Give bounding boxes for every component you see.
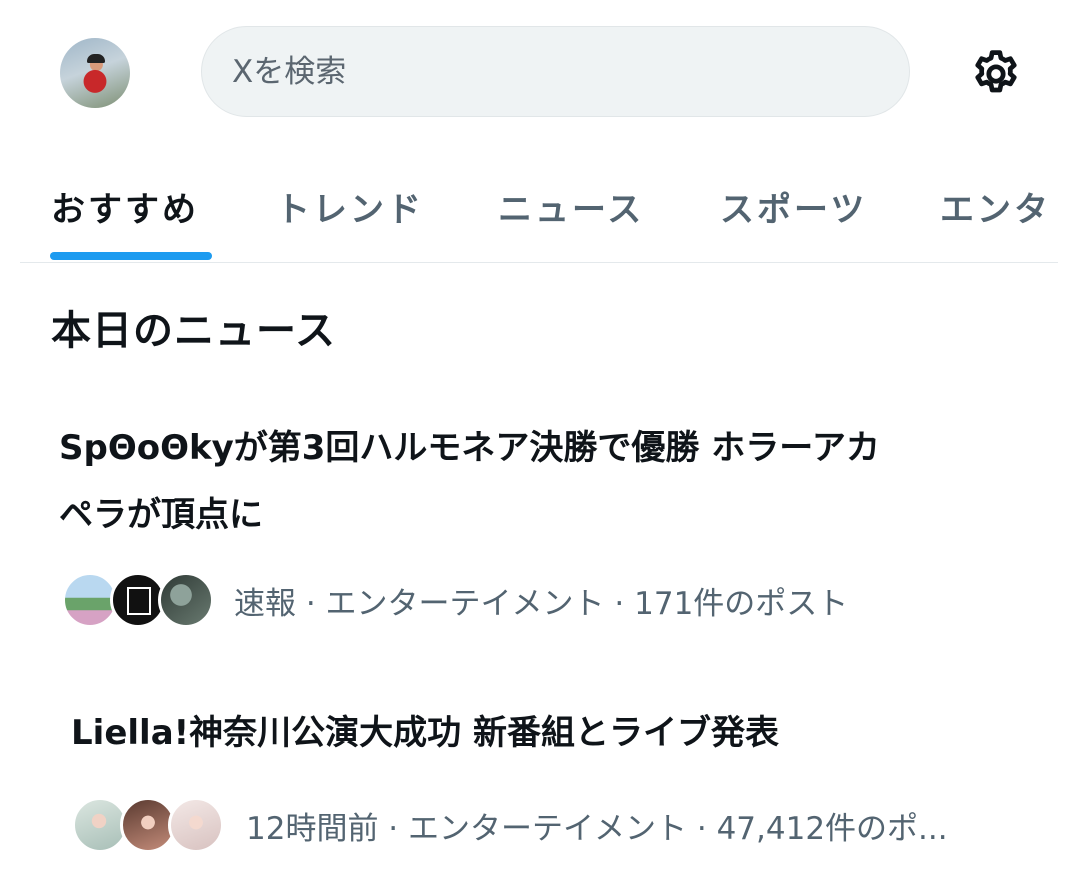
search-box[interactable] — [201, 26, 910, 117]
avatar-hair — [87, 54, 105, 63]
section-title: 本日のニュース — [51, 308, 336, 354]
tab-trends[interactable]: トレンド — [276, 150, 424, 262]
news-title: SpΘoΘkyが第3回ハルモネア決勝で優勝 ホラーアカ ペラが頂点に — [59, 415, 1019, 549]
active-tab-indicator — [50, 252, 212, 260]
news-avatar-stack — [62, 572, 226, 628]
news-item[interactable]: SpΘoΘkyが第3回ハルモネア決勝で優勝 ホラーアカ ペラが頂点に 速報 · … — [0, 415, 1080, 655]
tab-bar: おすすめ トレンド ニュース スポーツ エンタ — [20, 150, 1058, 263]
news-title: Liella!神奈川公演大成功 新番組とライブ発表 — [71, 700, 1031, 767]
gear-icon[interactable] — [966, 44, 1026, 104]
tab-label: おすすめ — [51, 189, 199, 230]
news-avatar — [158, 572, 214, 628]
news-title-line: ペラが頂点に — [59, 495, 263, 535]
news-avatar-stack — [72, 797, 236, 853]
tab-news[interactable]: ニュース — [498, 150, 644, 262]
tab-sports[interactable]: スポーツ — [720, 150, 867, 262]
tab-recommended[interactable]: おすすめ — [51, 150, 199, 262]
news-meta: 12時間前 · エンターテイメント · 47,412件のポ... — [246, 810, 948, 847]
search-input[interactable] — [232, 27, 872, 116]
tab-label: ニュース — [498, 189, 645, 230]
profile-avatar[interactable] — [60, 38, 130, 108]
tab-entertainment[interactable]: エンタ — [940, 150, 1051, 262]
news-avatar — [168, 797, 224, 853]
news-meta-row: 速報 · エンターテイメント · 171件のポスト — [62, 570, 848, 630]
news-title-line: SpΘoΘkyが第3回ハルモネア決勝で優勝 ホラーアカ — [59, 428, 880, 468]
tab-label: スポーツ — [720, 189, 868, 230]
news-meta: 速報 · エンターテイメント · 171件のポスト — [234, 585, 849, 622]
tab-label: トレンド — [276, 189, 424, 230]
news-meta-row: 12時間前 · エンターテイメント · 47,412件のポ... — [72, 795, 948, 855]
news-title-line: Liella!神奈川公演大成功 新番組とライブ発表 — [71, 713, 779, 753]
tab-label: エンタ — [940, 189, 1051, 230]
top-bar — [0, 0, 1080, 140]
news-item[interactable]: Liella!神奈川公演大成功 新番組とライブ発表 12時間前 · エンターテイ… — [0, 700, 1080, 870]
